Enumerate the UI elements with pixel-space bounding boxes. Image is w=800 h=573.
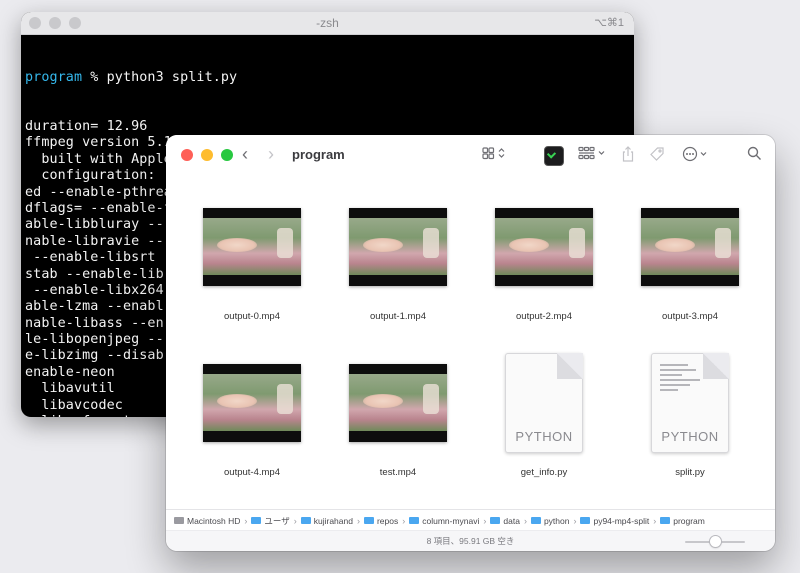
terminal-app-icon[interactable] bbox=[544, 146, 564, 166]
minimize-button[interactable] bbox=[201, 149, 213, 161]
finder-window-controls bbox=[181, 149, 233, 161]
view-grid-icon[interactable] bbox=[482, 146, 508, 164]
file-type-label: PYTHON bbox=[661, 429, 719, 444]
file-item[interactable]: output-0.mp4 bbox=[179, 175, 325, 325]
more-actions-icon[interactable] bbox=[682, 146, 710, 166]
icon-size-slider[interactable] bbox=[685, 536, 745, 547]
file-item[interactable]: output-2.mp4 bbox=[471, 175, 617, 325]
path-segment-label: Macintosh HD bbox=[187, 515, 241, 526]
video-thumbnail bbox=[203, 364, 301, 442]
path-segment[interactable]: py94-mp4-split bbox=[580, 516, 649, 526]
python-file-icon: PYTHON bbox=[505, 353, 583, 453]
prompt-command: % python3 split.py bbox=[82, 69, 238, 85]
path-segment-label: data bbox=[503, 515, 520, 526]
zoom-button[interactable] bbox=[221, 149, 233, 161]
chevron-right-icon: › bbox=[402, 515, 406, 526]
chevron-right-icon: › bbox=[483, 515, 487, 526]
window-title: program bbox=[292, 147, 345, 162]
back-icon[interactable]: ‹ bbox=[242, 145, 248, 163]
hard-drive-icon bbox=[174, 517, 184, 524]
folder-icon bbox=[580, 517, 591, 524]
chevron-right-icon: › bbox=[523, 515, 527, 526]
video-frame-image bbox=[203, 218, 301, 275]
path-segment[interactable]: kujirahand bbox=[300, 515, 353, 526]
path-segment-label: py94-mp4-split bbox=[593, 515, 650, 526]
path-segment[interactable]: python bbox=[530, 515, 570, 526]
file-item[interactable]: PYTHON split.py bbox=[617, 331, 763, 481]
file-item[interactable]: PYTHON get_info.py bbox=[471, 331, 617, 481]
chevron-right-icon: › bbox=[653, 515, 657, 526]
terminal-line: duration= 12.96 bbox=[25, 119, 148, 135]
prompt-line: program % python3 split.py bbox=[25, 70, 634, 86]
video-frame-image bbox=[203, 374, 301, 431]
share-icon[interactable] bbox=[621, 146, 635, 166]
group-icon[interactable] bbox=[578, 146, 608, 164]
file-item[interactable]: output-3.mp4 bbox=[617, 175, 763, 325]
chevron-right-icon: › bbox=[244, 515, 248, 526]
path-bar[interactable]: Macintosh HD › ユーザ › kujirahand › repos › column… bbox=[166, 509, 775, 531]
path-segment-label: column-mynavi bbox=[422, 515, 480, 526]
video-frame-image bbox=[349, 374, 447, 431]
file-name: output-0.mp4 bbox=[224, 311, 280, 322]
finder-window[interactable]: ‹ › program output-0.mp4 output-1.mp4 outp… bbox=[166, 135, 775, 551]
video-frame-image bbox=[495, 218, 593, 275]
file-item[interactable]: output-1.mp4 bbox=[325, 175, 471, 325]
path-segment[interactable]: column-mynavi bbox=[409, 516, 479, 526]
file-name: output-4.mp4 bbox=[224, 467, 280, 478]
video-thumbnail bbox=[641, 208, 739, 286]
python-file-icon: PYTHON bbox=[651, 353, 729, 453]
chevron-right-icon: › bbox=[573, 515, 577, 526]
file-item[interactable]: output-4.mp4 bbox=[179, 331, 325, 481]
finder-toolbar: ‹ › program bbox=[166, 135, 775, 175]
path-segment-label: repos bbox=[376, 515, 399, 526]
folder-icon bbox=[300, 517, 311, 524]
path-segment-label: python bbox=[543, 515, 570, 526]
forward-icon[interactable]: › bbox=[268, 145, 274, 163]
page-fold bbox=[703, 353, 729, 379]
terminal-titlebar[interactable]: -zsh ⌥⌘1 bbox=[21, 12, 634, 35]
video-thumbnail bbox=[203, 208, 301, 286]
video-thumbnail bbox=[349, 364, 447, 442]
status-text: 8 項目、95.91 GB 空き bbox=[426, 536, 515, 546]
video-frame-image bbox=[349, 218, 447, 275]
page-fold bbox=[557, 353, 583, 379]
video-frame-image bbox=[641, 218, 739, 275]
prompt-directory: program bbox=[25, 69, 83, 85]
terminal-shortcut: ⌥⌘1 bbox=[594, 17, 624, 29]
file-name: output-3.mp4 bbox=[662, 311, 718, 322]
path-segment[interactable]: program bbox=[660, 516, 705, 526]
folder-icon bbox=[530, 517, 541, 524]
chevron-right-icon: › bbox=[293, 515, 297, 526]
icon-size-slider-knob[interactable] bbox=[709, 536, 721, 547]
path-segment-label: ユーザ bbox=[264, 515, 290, 526]
folder-icon bbox=[490, 517, 501, 524]
path-segment-label: kujirahand bbox=[313, 515, 353, 526]
file-name: get_info.py bbox=[520, 467, 568, 478]
path-segment[interactable]: ユーザ bbox=[251, 515, 290, 527]
close-button[interactable] bbox=[181, 149, 193, 161]
folder-icon bbox=[363, 517, 374, 524]
file-name: test.mp4 bbox=[379, 467, 417, 478]
file-name: split.py bbox=[675, 467, 705, 478]
folder-icon bbox=[660, 517, 671, 524]
folder-icon bbox=[409, 517, 420, 524]
tag-icon[interactable] bbox=[649, 146, 665, 166]
path-segment[interactable]: data bbox=[490, 516, 520, 526]
file-item[interactable]: test.mp4 bbox=[325, 331, 471, 481]
file-grid[interactable]: output-0.mp4 output-1.mp4 output-2.mp4 outp… bbox=[166, 175, 775, 509]
code-preview bbox=[660, 364, 700, 394]
video-thumbnail bbox=[349, 208, 447, 286]
terminal-title: -zsh bbox=[316, 16, 339, 30]
status-bar: 8 項目、95.91 GB 空き bbox=[166, 530, 775, 551]
chevron-right-icon: › bbox=[356, 515, 360, 526]
file-name: output-1.mp4 bbox=[370, 311, 426, 322]
video-thumbnail bbox=[495, 208, 593, 286]
search-icon[interactable] bbox=[747, 146, 762, 165]
path-segment-label: program bbox=[673, 515, 705, 526]
file-name: output-2.mp4 bbox=[516, 311, 572, 322]
file-type-label: PYTHON bbox=[515, 429, 573, 444]
path-segment[interactable]: Macintosh HD bbox=[174, 516, 240, 526]
folder-icon bbox=[251, 517, 262, 524]
path-segment[interactable]: repos bbox=[363, 515, 399, 526]
